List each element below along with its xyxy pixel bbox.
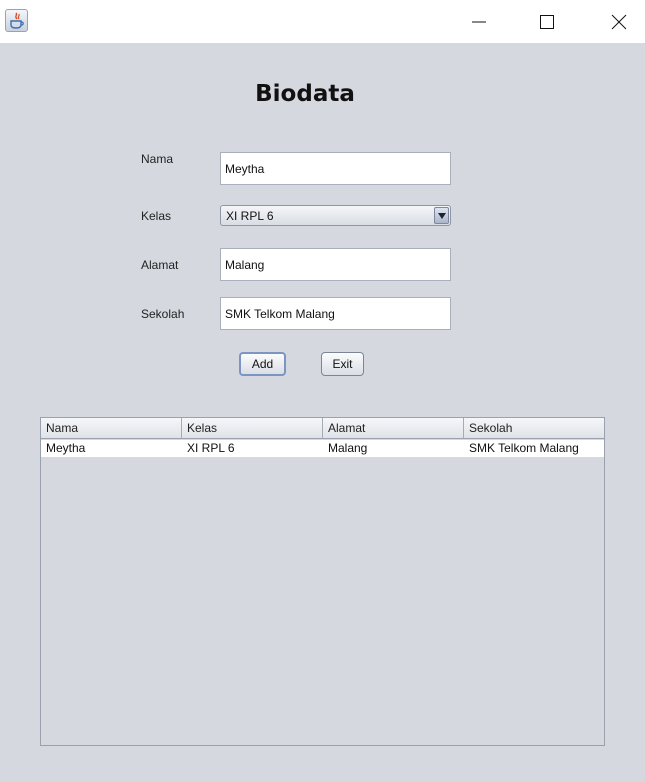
cell-nama[interactable]: Meytha <box>41 440 182 457</box>
alamat-field[interactable]: Malang <box>220 248 451 281</box>
cell-sekolah[interactable]: SMK Telkom Malang <box>464 440 604 457</box>
kelas-dropdown[interactable]: XI RPL 6 <box>220 205 451 226</box>
alamat-label: Alamat <box>141 258 179 272</box>
java-icon[interactable] <box>5 9 28 32</box>
add-button[interactable]: Add <box>239 352 286 376</box>
column-header-nama[interactable]: Nama <box>41 418 182 439</box>
kelas-label: Kelas <box>141 209 172 223</box>
cell-kelas[interactable]: XI RPL 6 <box>182 440 323 457</box>
close-button[interactable] <box>584 0 645 43</box>
column-header-kelas[interactable]: Kelas <box>182 418 323 439</box>
page-title: Biodata <box>255 81 355 107</box>
close-icon <box>611 14 627 29</box>
biodata-table[interactable]: Nama Kelas Alamat Sekolah Meytha XI RPL … <box>40 417 605 746</box>
column-header-sekolah[interactable]: Sekolah <box>464 418 604 439</box>
sekolah-label: Sekolah <box>141 307 185 321</box>
nama-field[interactable]: Meytha <box>220 152 451 185</box>
exit-button[interactable]: Exit <box>321 352 364 376</box>
maximize-button[interactable] <box>512 0 582 43</box>
minimize-button[interactable] <box>444 0 514 43</box>
table-header: Nama Kelas Alamat Sekolah <box>41 418 604 439</box>
minimize-icon <box>472 21 486 22</box>
title-bar <box>0 0 645 43</box>
kelas-selected-value: XI RPL 6 <box>226 209 274 223</box>
chevron-down-icon <box>438 213 446 219</box>
column-header-alamat[interactable]: Alamat <box>323 418 464 439</box>
nama-label: Nama <box>141 152 174 166</box>
sekolah-field[interactable]: SMK Telkom Malang <box>220 297 451 330</box>
maximize-icon <box>540 14 554 29</box>
table-row[interactable]: Meytha XI RPL 6 Malang SMK Telkom Malang <box>41 440 604 457</box>
cell-alamat[interactable]: Malang <box>323 440 464 457</box>
dropdown-arrow-button[interactable] <box>434 207 449 224</box>
form-panel: Biodata Nama Meytha Kelas XI RPL 6 Alama… <box>0 43 645 782</box>
